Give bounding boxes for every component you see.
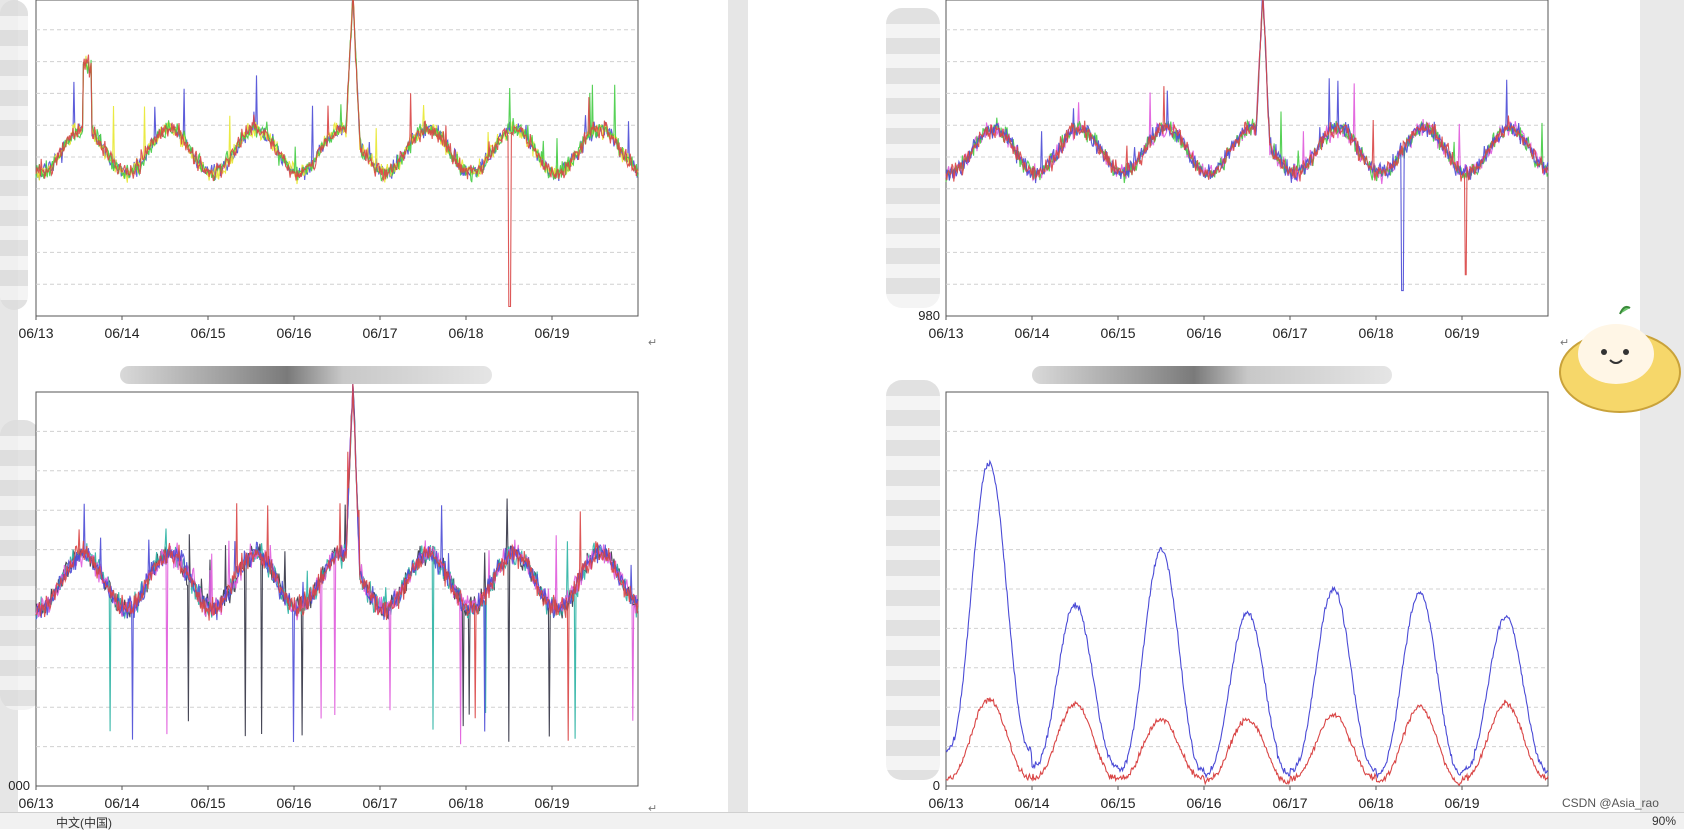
x-tick-label-bl-4: 06/17 — [362, 795, 397, 811]
x-tick-label-tl-5: 06/18 — [448, 325, 483, 341]
charts-canvas: 06/13 06/14 06/15 06/16 06/17 06/18 06/19 06/13… — [8, 0, 1549, 811]
plot-area-tl — [35, 0, 639, 317]
x-tick-label-tl-2: 06/15 — [190, 325, 225, 341]
x-tick-label-br-6: 06/19 — [1444, 795, 1479, 811]
x-tick-label-bl-5: 06/18 — [448, 795, 483, 811]
language-indicator[interactable]: 中文(中国) — [56, 814, 112, 831]
y-tick-label-bl: 000 — [8, 778, 30, 793]
x-tick-label-tr-0: 06/13 — [928, 325, 963, 341]
mascot-sticker — [1559, 305, 1681, 413]
x-tick-label-tr-1: 06/14 — [1014, 325, 1049, 341]
x-tick-label-br-1: 06/14 — [1014, 795, 1049, 811]
zoom-level[interactable]: 90% — [1652, 814, 1676, 828]
paragraph-mark-1: ↵ — [648, 337, 658, 349]
x-tick-label-tl-6: 06/19 — [534, 325, 569, 341]
x-tick-label-tr-4: 06/17 — [1272, 325, 1307, 341]
x-tick-label-tr-5: 06/18 — [1358, 325, 1393, 341]
x-tick-label-tr-3: 06/16 — [1186, 325, 1221, 341]
x-tick-label-bl-3: 06/16 — [276, 795, 311, 811]
x-tick-label-br-0: 06/13 — [928, 795, 963, 811]
watermark: CSDN @Asia_rao — [1562, 796, 1659, 810]
status-bar: 中文(中国) 90% — [0, 812, 1684, 831]
y-tick-label-tr: 980 — [918, 308, 940, 323]
x-tick-label-tr-6: 06/19 — [1444, 325, 1479, 341]
x-tick-label-tl-4: 06/17 — [362, 325, 397, 341]
x-tick-label-bl-0: 06/13 — [18, 795, 53, 811]
x-tick-label-tr-2: 06/15 — [1100, 325, 1135, 341]
x-tick-label-bl-1: 06/14 — [104, 795, 139, 811]
x-tick-label-bl-6: 06/19 — [534, 795, 569, 811]
x-tick-label-br-5: 06/18 — [1358, 795, 1393, 811]
x-tick-label-tl-1: 06/14 — [104, 325, 139, 341]
x-tick-label-br-4: 06/17 — [1272, 795, 1307, 811]
plot-area-tr — [945, 0, 1549, 317]
x-tick-label-br-3: 06/16 — [1186, 795, 1221, 811]
x-tick-label-tl-3: 06/16 — [276, 325, 311, 341]
y-tick-label-br: 0 — [933, 778, 940, 793]
x-tick-label-tl-0: 06/13 — [18, 325, 53, 341]
x-tick-label-bl-2: 06/15 — [190, 795, 225, 811]
x-tick-label-br-2: 06/15 — [1100, 795, 1135, 811]
